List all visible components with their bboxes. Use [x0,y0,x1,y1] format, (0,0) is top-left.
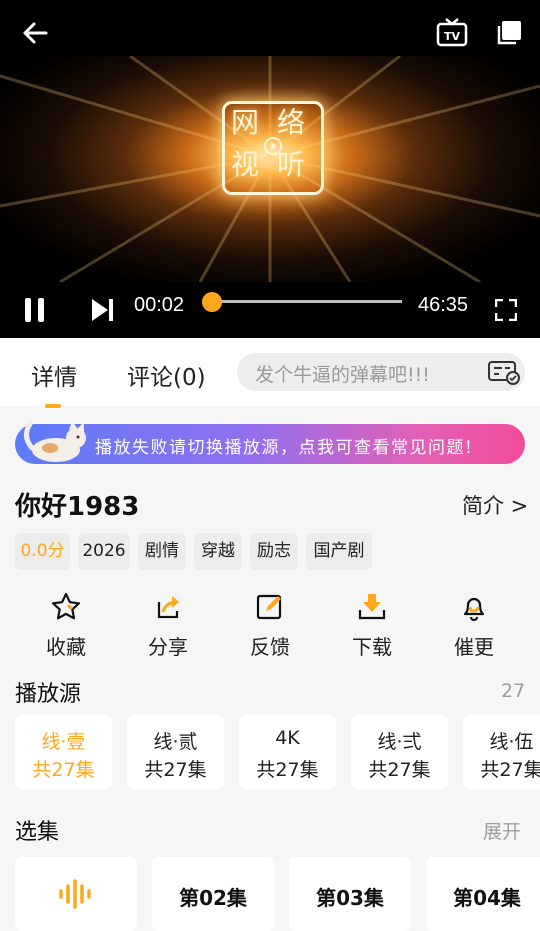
source-item[interactable]: 线·伍 共27集 [463,715,540,789]
source-episodes: 共27集 [32,759,95,781]
source-name: 线·弍 [377,731,422,753]
favorite-label: 收藏 [46,635,86,659]
source-episodes: 共27集 [480,759,540,781]
episode-label: 第04集 [453,886,521,910]
episodes-title: 选集 [15,820,60,845]
source-name: 4K [275,727,300,749]
pause-icon[interactable] [18,290,52,330]
region-tag[interactable]: 国产剧 [306,533,372,570]
intro-link[interactable]: 简介 > [462,490,528,520]
next-episode-icon[interactable] [84,290,120,330]
rating-tag: 0.0分 [15,533,70,570]
source-item[interactable]: 线·贰 共27集 [127,715,224,789]
progress-track[interactable] [212,300,402,303]
bell-icon [463,597,485,622]
video-logo: 网 络 视 听 [222,101,324,195]
picture-in-picture-icon[interactable] [492,16,526,50]
expand-link[interactable]: 展开 [483,817,521,844]
source-name: 线·伍 [489,731,534,753]
show-title: 你好1983 [15,492,140,522]
genre-tag[interactable]: 剧情 [138,533,186,570]
star-icon [52,592,80,620]
genre-tag[interactable]: 穿越 [194,533,242,570]
episode-item-playing[interactable] [15,857,137,931]
share-label: 分享 [148,635,188,659]
svg-text:TV: TV [444,30,461,43]
video-frame[interactable]: 网 络 视 听 [0,56,540,282]
source-item[interactable]: 4K 共27集 [239,715,336,789]
source-name: 线·壹 [41,731,86,753]
tv-cast-icon[interactable]: TV [434,14,470,50]
fullscreen-icon[interactable] [490,290,522,330]
active-tab-indicator [45,404,61,408]
episode-label: 第02集 [179,886,247,910]
danmaku-settings-icon[interactable] [487,359,521,389]
progress-knob[interactable] [202,292,222,312]
tab-details[interactable]: 详情 [31,358,77,392]
episode-item[interactable]: 第02集 [152,857,274,931]
back-arrow-icon[interactable] [18,16,52,50]
danmaku-placeholder: 发个牛逼的弹幕吧!!! [255,364,430,386]
year-tag[interactable]: 2026 [78,533,130,570]
banner-text: 播放失败请切换播放源，点我可查看常见问题! [95,438,474,458]
source-item[interactable]: 线·弍 共27集 [351,715,448,789]
sources-title: 播放源 [15,682,82,707]
share-icon [157,596,179,619]
sound-wave-icon [59,879,91,909]
feedback-label: 反馈 [250,635,290,659]
edit-icon [256,594,282,620]
source-episodes: 共27集 [368,759,431,781]
source-episodes: 共27集 [256,759,319,781]
source-episodes: 共27集 [144,759,207,781]
urge-update-label: 催更 [454,635,494,659]
playback-help-banner[interactable]: 播放失败请切换播放源，点我可查看常见问题! [15,424,525,464]
current-time: 00:02 [134,294,185,316]
episode-item[interactable]: 第03集 [289,857,411,931]
download-label: 下载 [352,635,392,659]
tab-comments[interactable]: 评论(0) [127,358,206,392]
download-icon [358,594,386,620]
player-controls: 00:02 46:35 [0,282,540,338]
cat-mascot-icon [24,421,86,462]
total-time: 46:35 [418,294,469,316]
top-bar: TV [0,0,540,56]
sources-count: 27 [501,680,526,702]
source-item[interactable]: 线·壹 共27集 [15,715,112,789]
genre-tag[interactable]: 励志 [250,533,298,570]
source-name: 线·贰 [153,731,198,753]
episode-item[interactable]: 第04集 [426,857,540,931]
danmaku-input[interactable]: 发个牛逼的弹幕吧!!! [237,353,525,391]
episode-label: 第03集 [316,886,384,910]
